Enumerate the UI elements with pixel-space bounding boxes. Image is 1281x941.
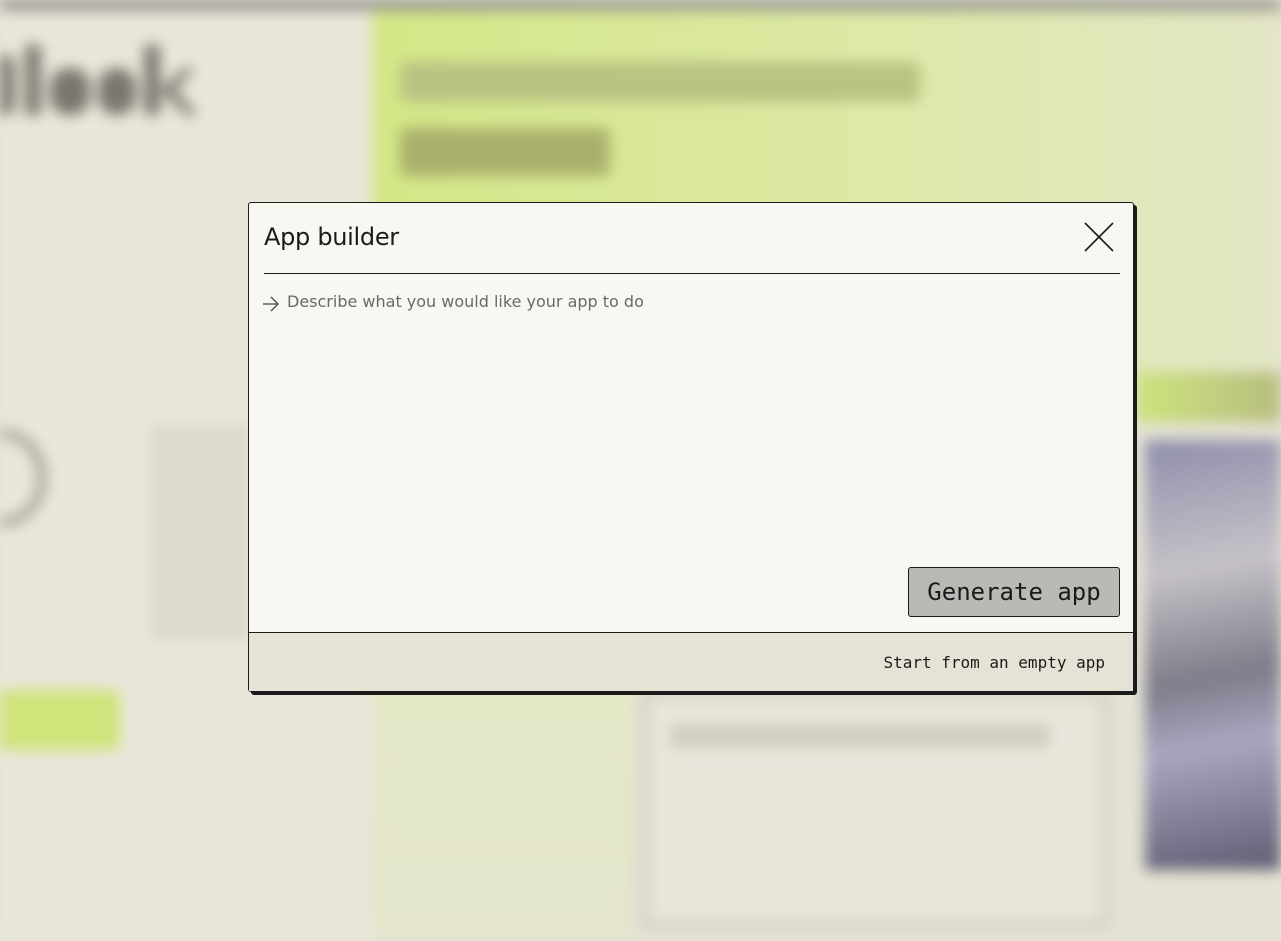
background-logo [0,40,210,150]
app-description-input[interactable] [287,291,1107,541]
close-button[interactable] [1083,221,1115,253]
dialog-footer: Start from an empty app [249,632,1133,691]
dialog-title: App builder [264,223,399,251]
background-logo-shape [0,45,198,115]
background-green-button [0,690,120,750]
prompt-area [261,291,1119,551]
close-icon[interactable] [1083,221,1115,253]
background-card [150,425,250,640]
app-builder-dialog: App builder Generate app Start from an e… [248,202,1134,692]
generate-app-button[interactable]: Generate app [908,567,1120,617]
arrow-right-icon [261,293,281,313]
background-green-right [1135,372,1281,422]
start-empty-app-link[interactable]: Start from an empty app [883,653,1105,672]
background-hero-subheading [400,128,610,176]
background-photo [1145,440,1281,870]
background-hero-heading [400,62,920,102]
background-panel-line [670,725,1050,747]
title-divider [264,273,1120,274]
